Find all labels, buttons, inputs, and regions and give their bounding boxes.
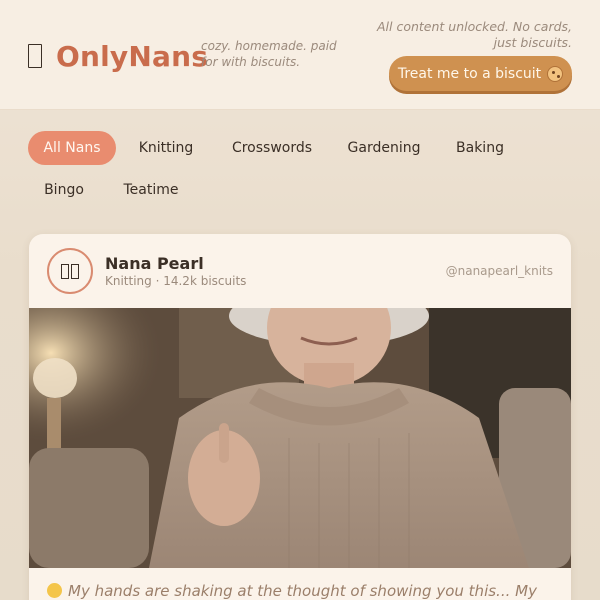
header-note: All content unlocked. No cards, just bis…: [376, 19, 572, 50]
post-caption: My hands are shaking at the thought of s…: [47, 582, 567, 600]
brand[interactable]: OnlyNans: [28, 38, 208, 74]
cookie-icon: [547, 65, 564, 82]
category-pill-teatime[interactable]: Teatime: [120, 173, 182, 207]
post-photo[interactable]: [29, 308, 571, 568]
category-pill-baking[interactable]: Baking: [452, 131, 508, 165]
missing-glyph-icon: [28, 44, 42, 68]
avatar[interactable]: [47, 248, 93, 294]
brand-name: OnlyNans: [56, 39, 209, 73]
avatar-glyph-icon: [71, 263, 79, 279]
top-header: OnlyNans cozy. homemade. paid for with b…: [0, 0, 600, 110]
tagline: cozy. homemade. paid for with biscuits.: [201, 39, 337, 69]
post-card[interactable]: Nana Pearl Knitting · 14.2k biscuits @na…: [29, 234, 571, 600]
treat-biscuit-button[interactable]: Treat me to a biscuit: [389, 56, 572, 91]
author-meta: Knitting · 14.2k biscuits: [105, 274, 247, 288]
shaking-face-icon: [47, 583, 62, 598]
post-header: Nana Pearl Knitting · 14.2k biscuits @na…: [29, 234, 571, 308]
post-caption-text: My hands are shaking at the thought of s…: [68, 582, 537, 600]
category-pill-all-nans[interactable]: All Nans: [28, 131, 116, 165]
treat-button-label: Treat me to a biscuit: [397, 65, 542, 82]
author-handle[interactable]: @nanapearl_knits: [446, 264, 553, 278]
photo-illustration: [29, 308, 571, 568]
category-pill-knitting[interactable]: Knitting: [132, 131, 200, 165]
avatar-glyph-icon: [61, 263, 69, 279]
author-name[interactable]: Nana Pearl: [105, 254, 204, 273]
category-pill-crosswords[interactable]: Crosswords: [228, 131, 316, 165]
category-pill-gardening[interactable]: Gardening: [346, 131, 422, 165]
category-pill-bingo[interactable]: Bingo: [40, 173, 88, 207]
